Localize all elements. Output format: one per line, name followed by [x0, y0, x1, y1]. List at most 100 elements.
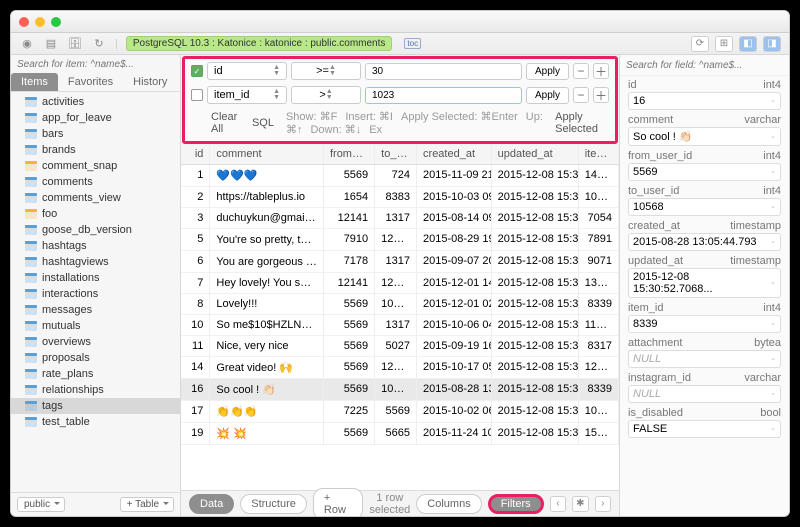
tree-item-brands[interactable]: brands	[11, 142, 180, 158]
table-row[interactable]: 19💥 💥556956652015-11-24 10:12:39.322▲▼20…	[181, 423, 619, 445]
prop-instagram_id: instagram_idvarcharNULL⌄	[620, 369, 789, 404]
tree-item-comment_snap[interactable]: comment_snap	[11, 158, 180, 174]
tree-item-mutuals[interactable]: mutuals	[11, 318, 180, 334]
filters-button[interactable]: Filters	[488, 494, 544, 514]
filter-op[interactable]: >=▲▼	[291, 62, 361, 80]
add-filter-button[interactable]: ＋	[593, 63, 609, 79]
tree-item-activities[interactable]: activities	[11, 94, 180, 110]
filter-op[interactable]: >▲▼	[291, 86, 361, 104]
prop-type: bool	[760, 407, 781, 419]
prop-value[interactable]: 2015-08-28 13:05:44.793⌄	[628, 233, 781, 251]
prop-value[interactable]: So cool ! 👏🏻⌄	[628, 127, 781, 146]
prop-type: varchar	[744, 114, 781, 126]
tree-item-installations[interactable]: installations	[11, 270, 180, 286]
sidebar-tab-favorites[interactable]: Favorites	[58, 73, 123, 91]
tree-item-foo[interactable]: foo	[11, 206, 180, 222]
refresh-button[interactable]: ⟳	[691, 36, 709, 52]
sql-button[interactable]: SQL	[252, 117, 274, 129]
column-header-from_user_id[interactable]: from_user_id	[324, 144, 375, 164]
structure-tab[interactable]: Structure	[240, 494, 307, 514]
filter-checkbox[interactable]	[191, 89, 203, 101]
prop-value[interactable]: 10568⌄	[628, 198, 781, 216]
zoom-window[interactable]	[51, 17, 61, 27]
table-row[interactable]: 1💙💙💙55697242015-11-09 21:11:21.614▲▼2015…	[181, 165, 619, 187]
tree-item-bars[interactable]: bars	[11, 126, 180, 142]
table-row[interactable]: 6You are gorgeous !!😍717813172015-09-07 …	[181, 251, 619, 273]
prop-value[interactable]: 2015-12-08 15:30:52.7068...⌄	[628, 268, 781, 298]
prop-to_user_id: to_user_idint410568⌄	[620, 182, 789, 217]
connection-icon[interactable]: ◉	[19, 36, 35, 52]
tree-item-comments_view[interactable]: comments_view	[11, 190, 180, 206]
add-row-button[interactable]: + Row	[313, 488, 363, 518]
next-button[interactable]: ›	[595, 496, 611, 512]
breadcrumb[interactable]: PostgreSQL 10.3 : Katonice : katonice : …	[126, 36, 393, 51]
tree-item-rate_plans[interactable]: rate_plans	[11, 366, 180, 382]
column-header-comment[interactable]: comment	[210, 144, 324, 164]
tree-item-goose_db_version[interactable]: goose_db_version	[11, 222, 180, 238]
tree-item-label: goose_db_version	[42, 224, 132, 236]
prop-value[interactable]: 16⌄	[628, 92, 781, 110]
table-row[interactable]: 7Hey lovely! You should def. enter the C…	[181, 273, 619, 294]
column-header-item_id[interactable]: item_id	[579, 144, 619, 164]
sidebar-search[interactable]	[17, 59, 174, 70]
inspector-search[interactable]	[626, 60, 783, 71]
column-header-updated_at[interactable]: updated_at	[492, 144, 579, 164]
column-header-id[interactable]: id	[181, 144, 210, 164]
add-filter-button[interactable]: ＋	[593, 87, 609, 103]
tree-item-interactions[interactable]: interactions	[11, 286, 180, 302]
remove-filter-button[interactable]: −	[573, 63, 589, 79]
settings-icon[interactable]: ✱	[572, 496, 588, 512]
filter-value[interactable]	[365, 63, 522, 80]
clear-all-button[interactable]: Clear All	[211, 111, 240, 135]
panel-left-button[interactable]: ◧	[739, 36, 757, 52]
filter-value[interactable]	[365, 87, 522, 104]
data-tab[interactable]: Data	[189, 494, 234, 514]
sidebar-tab-items[interactable]: Items	[11, 73, 58, 91]
grid-button[interactable]: ⊞	[715, 36, 733, 52]
filter-field[interactable]: item_id▲▼	[207, 86, 287, 104]
sidebar-tab-history[interactable]: History	[123, 73, 177, 91]
minimize-window[interactable]	[35, 17, 45, 27]
prev-button[interactable]: ‹	[550, 496, 566, 512]
filter-field[interactable]: id▲▼	[207, 62, 287, 80]
tree-item-overviews[interactable]: overviews	[11, 334, 180, 350]
tree-item-hashtagviews[interactable]: hashtagviews	[11, 254, 180, 270]
panel-right-button[interactable]: ◨	[763, 36, 781, 52]
apply-selected-button[interactable]: Apply Selected	[555, 111, 607, 135]
tree-item-messages[interactable]: messages	[11, 302, 180, 318]
column-header-to_user_id[interactable]: to_user_id	[375, 144, 417, 164]
table-row[interactable]: 8Lovely!!!5569105682015-12-01 02:51:09.4…	[181, 294, 619, 315]
tree-item-app_for_leave[interactable]: app_for_leave	[11, 110, 180, 126]
tree-item-comments[interactable]: comments	[11, 174, 180, 190]
apply-button[interactable]: Apply	[526, 87, 569, 104]
filter-checkbox[interactable]: ✓	[191, 65, 203, 77]
close-window[interactable]	[19, 17, 29, 27]
file-icon[interactable]: ▤	[43, 36, 59, 52]
schema-select[interactable]: public	[17, 497, 65, 512]
tree-item-test_table[interactable]: test_table	[11, 414, 180, 430]
history-icon[interactable]: ↻	[91, 36, 107, 52]
tree-item-hashtags[interactable]: hashtags	[11, 238, 180, 254]
table-row[interactable]: 2https://tableplus.io165483832015-10-03 …	[181, 187, 619, 208]
tree-item-tags[interactable]: tags	[11, 398, 180, 414]
db-icon[interactable]: 🗄	[67, 36, 83, 52]
column-header-created_at[interactable]: created_at	[417, 144, 492, 164]
tree-item-relationships[interactable]: relationships	[11, 382, 180, 398]
prop-value[interactable]: 5569⌄	[628, 163, 781, 181]
table-row[interactable]: 17👏👏👏722555692015-10-02 06:23:38.884▲▼20…	[181, 401, 619, 423]
prop-value[interactable]: NULL⌄	[628, 350, 781, 368]
table-row[interactable]: 10So me$10$HZLN8BPNuWWi42Sa9I1b8dR1jbiOk…	[181, 315, 619, 336]
prop-value[interactable]: NULL⌄	[628, 385, 781, 403]
add-table-button[interactable]: + Table	[120, 497, 174, 512]
table-row[interactable]: 5You're so pretty, this is a nice ni gor…	[181, 229, 619, 251]
prop-value[interactable]: 8339⌄	[628, 315, 781, 333]
apply-button[interactable]: Apply	[526, 63, 569, 80]
table-row[interactable]: 16So cool ! 👏🏻5569105682015-08-28 13:05:…	[181, 379, 619, 401]
tree-item-proposals[interactable]: proposals	[11, 350, 180, 366]
table-row[interactable]: 14Great video! 🙌5569125662015-10-17 05:3…	[181, 357, 619, 379]
remove-filter-button[interactable]: −	[573, 87, 589, 103]
table-row[interactable]: 3duchuykun@gmail.com1214113172015-08-14 …	[181, 208, 619, 229]
columns-button[interactable]: Columns	[416, 494, 481, 514]
table-row[interactable]: 11Nice, very nice556950272015-09-19 16:2…	[181, 336, 619, 357]
prop-value[interactable]: FALSE⌄	[628, 420, 781, 438]
